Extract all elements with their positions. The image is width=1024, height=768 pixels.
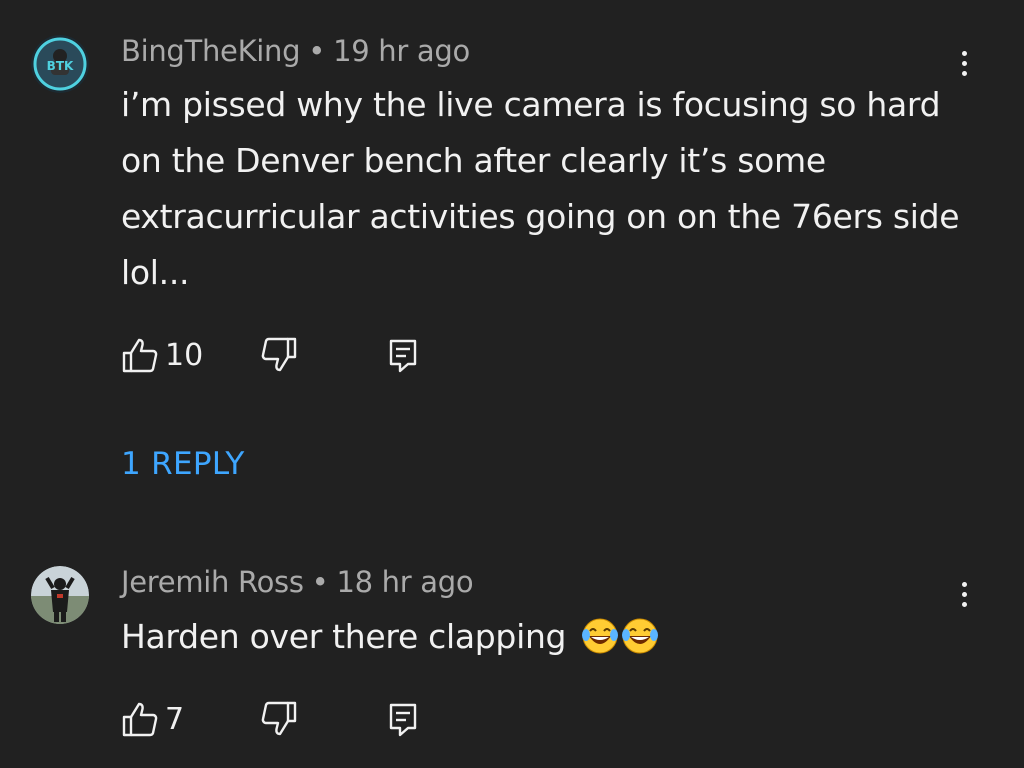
like-count: 7 (165, 701, 185, 737)
dislike-button[interactable] (260, 336, 298, 374)
view-replies-link[interactable]: 1 REPLY (121, 446, 245, 482)
meta-separator: • (311, 565, 329, 599)
laughing-tears-emoji-icon (622, 618, 659, 654)
like-count: 10 (165, 337, 204, 373)
reply-comment-icon (389, 339, 417, 373)
comment-text: i’m pissed why the live camera is focusi… (121, 85, 960, 292)
like-button[interactable]: 7 (121, 700, 184, 738)
comment-time: 19 hr ago (333, 34, 470, 68)
reply-comment-icon (389, 703, 417, 737)
laughing-tears-emoji-icon (582, 618, 619, 654)
comment-meta: BingTheKing • 19 hr ago (121, 34, 470, 68)
avatar[interactable]: BTK (31, 35, 89, 93)
author-name[interactable]: Jeremih Ross (121, 565, 304, 599)
avatar-image: BTK (31, 35, 89, 93)
comment-time: 18 hr ago (336, 565, 474, 599)
thumbs-down-icon (261, 701, 297, 736)
author-name[interactable]: BingTheKing (121, 34, 301, 68)
meta-separator: • (308, 34, 326, 68)
comment-text: Harden over there clapping (121, 617, 567, 656)
thumbs-up-icon (122, 338, 158, 373)
like-button[interactable]: 10 (121, 336, 203, 374)
avatar[interactable] (31, 566, 89, 624)
avatar-image (31, 566, 89, 624)
comment-text-container: Harden over there clapping (121, 609, 961, 665)
thumbs-up-icon (122, 702, 158, 737)
reply-button[interactable] (386, 336, 420, 374)
dislike-button[interactable] (260, 700, 298, 738)
avatar-text: BTK (47, 59, 74, 73)
thumbs-down-icon (261, 337, 297, 372)
reply-button[interactable] (386, 700, 420, 738)
comment-meta: Jeremih Ross • 18 hr ago (121, 565, 474, 599)
more-vertical-icon[interactable] (950, 574, 978, 614)
